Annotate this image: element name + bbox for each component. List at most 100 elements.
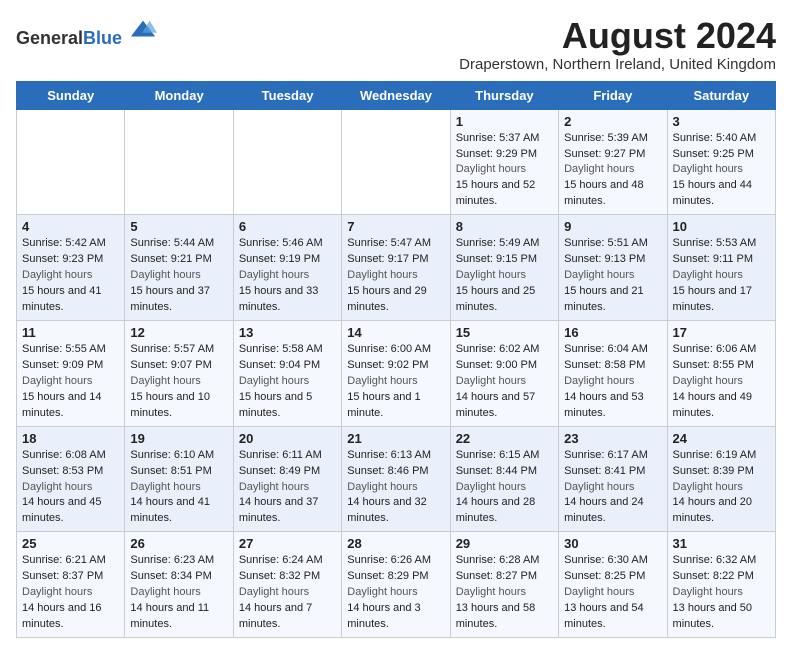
sunrise-label: Sunrise: 5:42 AM [22,237,106,249]
sunrise-label: Sunrise: 6:32 AM [673,554,757,566]
day-cell-4-5: 30 Sunrise: 6:30 AMSunset: 8:25 PMDayligh… [559,532,667,638]
day-cell-4-6: 31Sunrise: 6:32 AMSunset: 8:22 PMDayligh… [667,532,775,638]
daylight-label: Daylight hours [347,375,417,387]
day-cell-1-6: 10Sunrise: 5:53 AMSunset: 9:11 PMDayligh… [667,215,775,321]
day-info: Sunrise: 6:02 AMSunset: 9:00 PMDaylight … [456,342,553,422]
sunset-label: Sunset: 8:41 PM [564,465,645,477]
daylight-value: 13 hours and 54 minutes. [564,602,644,630]
week-row-4: 18 Sunrise: 6:08 AMSunset: 8:53 PMDayligh… [17,426,776,532]
sunrise-label: Sunrise: 6:11 AM [239,449,322,461]
day-info: Sunrise: 6:15 AMSunset: 8:44 PMDaylight … [456,448,553,528]
daylight-label: Daylight hours [673,269,743,281]
day-cell-0-1 [125,109,233,215]
sunset-label: Sunset: 8:53 PM [22,465,103,477]
day-cell-0-4: 1Sunrise: 5:37 AMSunset: 9:29 PMDaylight… [450,109,558,215]
sunset-label: Sunset: 9:00 PM [456,359,537,371]
location: Draperstown, Northern Ireland, United Ki… [459,56,776,73]
daylight-label: Daylight hours [564,269,634,281]
day-number: 28 [347,536,444,551]
sunset-label: Sunset: 8:55 PM [673,359,754,371]
sunset-label: Sunset: 9:07 PM [130,359,211,371]
daylight-label: Daylight hours [673,163,743,175]
sunrise-label: Sunrise: 5:55 AM [22,343,106,355]
day-cell-0-6: 3Sunrise: 5:40 AMSunset: 9:25 PMDaylight… [667,109,775,215]
logo-blue: Blue [83,28,122,48]
header-sunday: Sunday [17,81,125,109]
week-row-2: 4Sunrise: 5:42 AMSunset: 9:23 PMDaylight… [17,215,776,321]
sunset-label: Sunset: 9:23 PM [22,253,103,265]
sunset-label: Sunset: 9:21 PM [130,253,211,265]
sunset-label: Sunset: 8:34 PM [130,570,211,582]
day-number: 27 [239,536,336,551]
sunset-label: Sunset: 8:39 PM [673,465,754,477]
sunset-label: Sunset: 9:02 PM [347,359,428,371]
day-info: Sunrise: 6:28 AMSunset: 8:27 PMDaylight … [456,553,553,633]
sunset-label: Sunset: 9:27 PM [564,148,645,160]
daylight-value: 13 hours and 58 minutes. [456,602,536,630]
day-number: 7 [347,219,444,234]
day-number: 30 [564,536,661,551]
day-number: 2 [564,114,661,129]
daylight-label: Daylight hours [564,481,634,493]
sunset-label: Sunset: 8:22 PM [673,570,754,582]
daylight-value: 14 hours and 3 minutes. [347,602,420,630]
daylight-label: Daylight hours [456,375,526,387]
day-info: Sunrise: 5:46 AMSunset: 9:19 PMDaylight … [239,236,336,316]
daylight-value: 14 hours and 16 minutes. [22,602,102,630]
daylight-label: Daylight hours [130,586,200,598]
day-cell-1-3: 7 Sunrise: 5:47 AMSunset: 9:17 PMDaylight… [342,215,450,321]
day-cell-4-0: 25Sunrise: 6:21 AMSunset: 8:37 PMDayligh… [17,532,125,638]
day-cell-1-5: 9Sunrise: 5:51 AMSunset: 9:13 PMDaylight… [559,215,667,321]
sunrise-label: Sunrise: 5:37 AM [456,132,540,144]
day-number: 13 [239,325,336,340]
day-cell-4-2: 27Sunrise: 6:24 AMSunset: 8:32 PMDayligh… [233,532,341,638]
day-cell-2-4: 15Sunrise: 6:02 AMSunset: 9:00 PMDayligh… [450,320,558,426]
daylight-value: 14 hours and 53 minutes. [564,391,644,419]
daylight-label: Daylight hours [239,375,309,387]
daylight-value: 15 hours and 29 minutes. [347,285,427,313]
day-info: Sunrise: 5:47 AMSunset: 9:17 PMDaylight … [347,236,444,316]
daylight-label: Daylight hours [347,269,417,281]
day-cell-0-0 [17,109,125,215]
daylight-value: 15 hours and 21 minutes. [564,285,644,313]
day-cell-3-1: 19Sunrise: 6:10 AMSunset: 8:51 PMDayligh… [125,426,233,532]
day-number: 11 [22,325,119,340]
header-wednesday: Wednesday [342,81,450,109]
sunset-label: Sunset: 8:29 PM [347,570,428,582]
day-number: 29 [456,536,553,551]
sunrise-label: Sunrise: 5:44 AM [130,237,214,249]
day-info: Sunrise: 5:40 AMSunset: 9:25 PMDaylight … [673,131,770,211]
day-number: 18 [22,431,119,446]
sunrise-label: Sunrise: 6:28 AM [456,554,540,566]
daylight-value: 15 hours and 52 minutes. [456,179,536,207]
daylight-label: Daylight hours [22,586,92,598]
sunset-label: Sunset: 8:32 PM [239,570,320,582]
sunrise-label: Sunrise: 5:47 AM [347,237,431,249]
daylight-label: Daylight hours [130,269,200,281]
daylight-value: 14 hours and 20 minutes. [673,496,753,524]
day-number: 10 [673,219,770,234]
day-cell-3-3: 21Sunrise: 6:13 AMSunset: 8:46 PMDayligh… [342,426,450,532]
sunrise-label: Sunrise: 6:06 AM [673,343,757,355]
sunrise-label: Sunrise: 6:19 AM [673,449,757,461]
day-info: Sunrise: 5:39 AMSunset: 9:27 PMDaylight … [564,131,661,211]
day-info: Sunrise: 6:30 AMSunset: 8:25 PMDaylight … [564,553,661,633]
daylight-label: Daylight hours [673,586,743,598]
daylight-value: 14 hours and 24 minutes. [564,496,644,524]
day-cell-0-3 [342,109,450,215]
day-info: Sunrise: 5:44 AM Sunset: 9:21 PM Daylight … [130,236,227,316]
title-block: August 2024 Draperstown, Northern Irelan… [459,16,776,73]
daylight-value: 15 hours and 14 minutes. [22,391,102,419]
sunrise-label: Sunrise: 5:39 AM [564,132,648,144]
sunrise-label: Sunrise: 5:58 AM [239,343,323,355]
sunrise-label: Sunrise: 6:30 AM [564,554,648,566]
daylight-value: 15 hours and 5 minutes. [239,391,312,419]
day-info: Sunrise: 6:10 AMSunset: 8:51 PMDaylight … [130,448,227,528]
day-number: 14 [347,325,444,340]
day-number: 6 [239,219,336,234]
day-cell-0-2 [233,109,341,215]
daylight-value: 15 hours and 44 minutes. [673,179,753,207]
day-info: Sunrise: 6:08 AMSunset: 8:53 PMDaylight … [22,448,119,528]
day-number: 24 [673,431,770,446]
sunset-label: Sunset: 9:13 PM [564,253,645,265]
